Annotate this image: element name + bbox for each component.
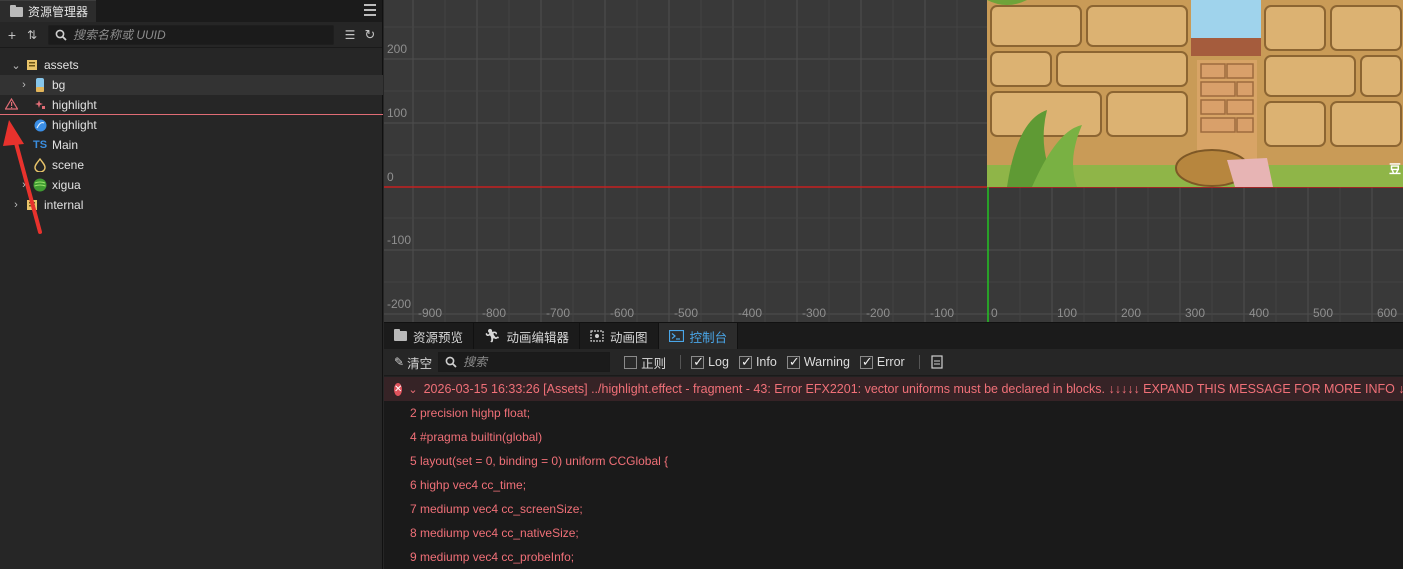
divider: [680, 355, 682, 369]
x-tick-label: -800: [482, 306, 507, 320]
chevron-right-icon[interactable]: ›: [18, 79, 30, 91]
collapse-all-icon[interactable]: ☰: [342, 27, 358, 43]
broom-icon: ✎: [394, 355, 405, 369]
running-icon: 🏃︎: [484, 328, 501, 343]
tree-item-bg[interactable]: › bg: [0, 75, 383, 95]
error-log-entry[interactable]: ✕ ⌄ 2026-03-15 16:33:26 [Assets] ../high…: [384, 377, 1403, 401]
folder-icon: [10, 4, 23, 17]
asset-search-input[interactable]: [73, 27, 323, 42]
bottom-tabbar: 资源预览 🏃︎ 动画编辑器 动画图 控制台: [384, 323, 1403, 349]
checkbox-box[interactable]: [738, 354, 752, 370]
checkbox-box[interactable]: [624, 355, 638, 369]
log-line: 4 #pragma builtin(global): [410, 430, 543, 444]
error-checkbox[interactable]: Error: [859, 354, 905, 370]
asset-search-box[interactable]: [48, 24, 334, 45]
stone-wall-image: [987, 0, 1403, 187]
asset-manager-title: 资源管理器: [28, 5, 89, 19]
x-tick-label: -900: [418, 306, 443, 320]
log-checkbox[interactable]: Log: [691, 354, 729, 370]
checkbox-label: Warning: [803, 355, 850, 369]
tab-label: 资源预览: [413, 330, 464, 345]
search-icon: [445, 356, 457, 368]
open-log-file-icon[interactable]: [930, 355, 944, 369]
x-tick-label: -200: [866, 306, 891, 320]
checkbox-label: Info: [755, 355, 777, 369]
console-log-list: ✕ ⌄ 2026-03-15 16:33:26 [Assets] ../high…: [384, 377, 1403, 569]
search-icon: [55, 29, 67, 41]
log-line: 9 mediump vec4 cc_probeInfo;: [410, 550, 575, 564]
clear-button[interactable]: ✎ 清空: [394, 353, 432, 372]
asset-manager-tabbar: 资源管理器: [0, 0, 382, 22]
graph-icon: [590, 330, 604, 342]
checkbox-label: Error: [876, 355, 905, 369]
tab-asset-preview[interactable]: 资源预览: [384, 323, 475, 349]
tab-animation-editor[interactable]: 🏃︎ 动画编辑器: [474, 323, 581, 349]
log-line: 2 precision highp float;: [410, 406, 531, 420]
x-tick-label: 0: [991, 306, 998, 320]
tab-animation-graph[interactable]: 动画图: [580, 323, 659, 349]
warning-checkbox[interactable]: Warning: [786, 354, 850, 370]
refresh-icon[interactable]: ↻: [362, 27, 378, 43]
y-tick-label: 0: [387, 170, 394, 184]
panel-menu-icon[interactable]: [364, 4, 376, 18]
clear-button-label: 清空: [407, 356, 433, 371]
x-tick-label: -500: [674, 306, 699, 320]
x-tick-label: -100: [930, 306, 955, 320]
error-message: 2026-03-15 16:33:26 [Assets] ../highligh…: [423, 382, 1403, 396]
y-tick-label: 100: [387, 106, 408, 120]
scene-view[interactable]: 200 100 0 -100 -200 -900 -800 -700 -600 …: [384, 0, 1403, 322]
console-search-input[interactable]: [463, 355, 604, 369]
background-sprite[interactable]: 豆: [987, 0, 1403, 187]
y-tick-label: -100: [387, 233, 412, 247]
y-tick-label: -200: [387, 297, 412, 311]
chevron-down-icon[interactable]: ⌄: [408, 383, 417, 396]
x-tick-label: 300: [1185, 306, 1206, 320]
tree-item-label: bg: [52, 78, 66, 92]
asset-toolbar: + ⇅ ☰ ↻: [0, 22, 382, 48]
y-tick-label: 200: [387, 42, 408, 56]
add-icon[interactable]: +: [4, 27, 20, 43]
info-checkbox[interactable]: Info: [738, 354, 777, 370]
x-tick-label: 100: [1057, 306, 1078, 320]
x-tick-label: 200: [1121, 306, 1142, 320]
log-line: 5 layout(set = 0, binding = 0) uniform C…: [410, 454, 669, 468]
annotation-arrow: [3, 120, 42, 234]
checkbox-box[interactable]: [859, 354, 873, 370]
checkbox-box[interactable]: [786, 354, 800, 370]
checkbox-label: Log: [708, 355, 729, 369]
x-tick-label: 600: [1377, 306, 1398, 320]
bottom-panel: 资源预览 🏃︎ 动画编辑器 动画图 控制台 ✎ 清空 正则 Log Info W…: [384, 322, 1403, 569]
divider: [918, 355, 920, 369]
checkbox-box[interactable]: [691, 354, 705, 370]
regex-checkbox[interactable]: 正则: [624, 353, 666, 372]
image-icon: [33, 78, 47, 92]
log-line: 8 mediump vec4 cc_nativeSize;: [410, 526, 579, 540]
tree-item-label: assets: [44, 58, 79, 72]
log-line: 6 highp vec4 cc_time;: [410, 478, 527, 492]
x-tick-label: -400: [738, 306, 763, 320]
console-search-box[interactable]: [438, 352, 611, 372]
tab-label: 动画编辑器: [506, 330, 570, 345]
sort-icon[interactable]: ⇅: [24, 27, 40, 43]
x-tick-label: 500: [1313, 306, 1334, 320]
folder-icon: [25, 58, 39, 72]
log-line: 7 mediump vec4 cc_screenSize;: [410, 502, 583, 516]
tab-console[interactable]: 控制台: [658, 323, 739, 349]
chevron-down-icon[interactable]: ⌄: [10, 59, 22, 72]
asset-manager-panel: 资源管理器 + ⇅ ☰ ↻ ⌄ assets › bg highlight: [0, 0, 383, 569]
x-tick-label: 400: [1249, 306, 1270, 320]
tab-label: 控制台: [689, 330, 728, 345]
checkbox-label: 正则: [641, 356, 667, 371]
tree-item-assets[interactable]: ⌄ assets: [0, 55, 383, 75]
folder-icon: [394, 329, 407, 341]
x-tick-label: -600: [610, 306, 635, 320]
tab-label: 动画图: [610, 330, 648, 345]
terminal-icon: [668, 330, 684, 342]
x-tick-label: -300: [802, 306, 827, 320]
error-icon: ✕: [394, 382, 403, 396]
watermark-char: 豆: [1388, 162, 1401, 176]
console-toolbar: ✎ 清空 正则 Log Info Warning Error: [384, 349, 1403, 376]
tab-asset-manager[interactable]: 资源管理器: [0, 0, 96, 22]
x-tick-label: -700: [546, 306, 571, 320]
